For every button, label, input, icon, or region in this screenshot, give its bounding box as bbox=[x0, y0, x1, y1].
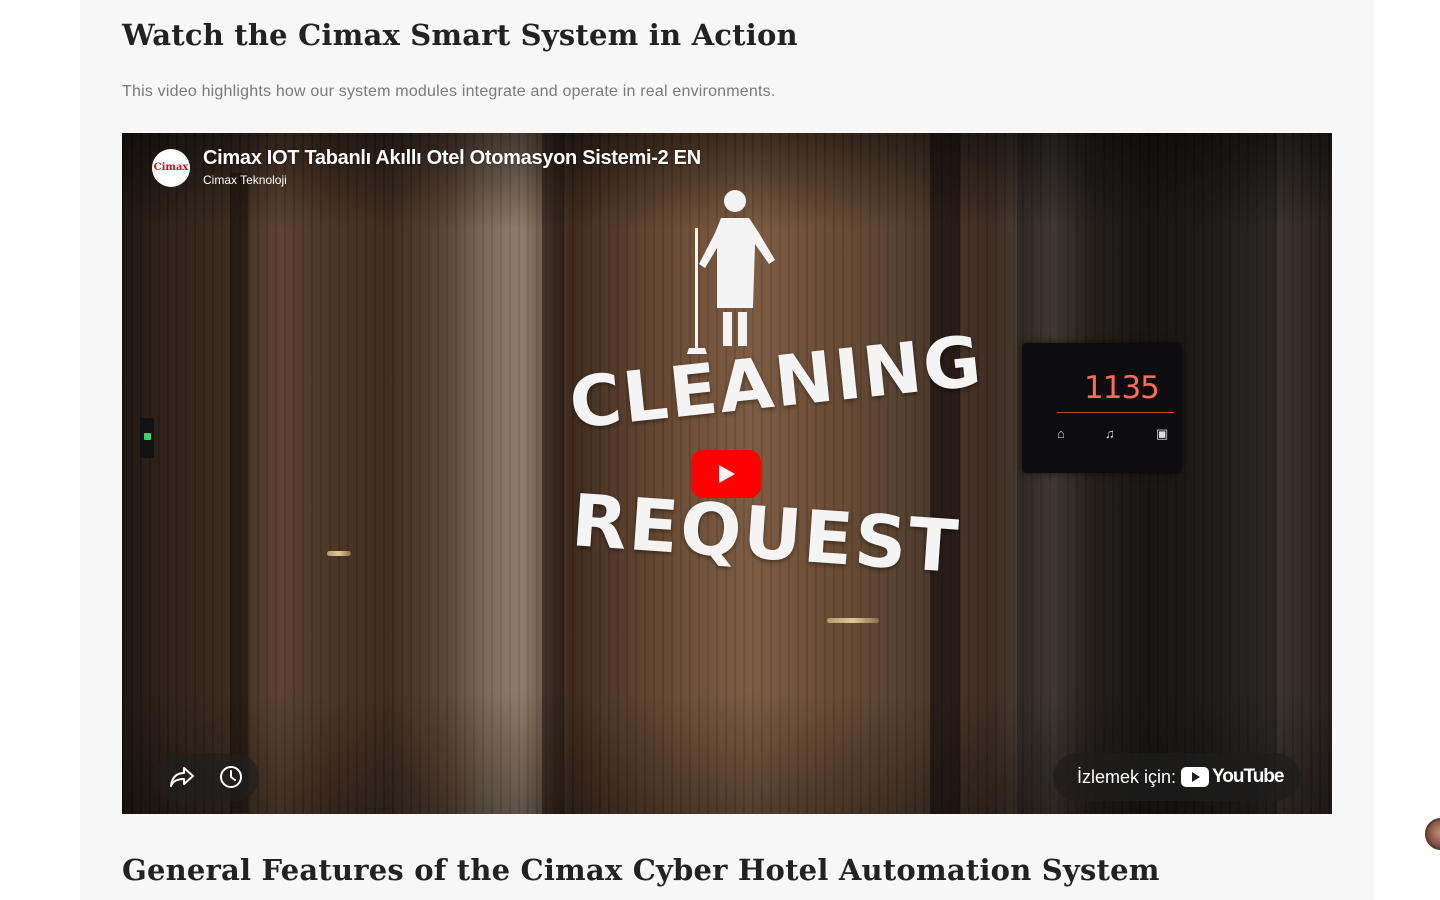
youtube-wordmark: YouTube bbox=[1212, 766, 1284, 787]
section-subtitle: This video highlights how our system mod… bbox=[122, 83, 776, 100]
video-scene-door-frame bbox=[930, 133, 960, 814]
watch-on-youtube-button[interactable]: İzlemek için: YouTube bbox=[1053, 753, 1300, 801]
video-scene-door-frame bbox=[542, 133, 564, 814]
housekeeper-icon bbox=[687, 190, 775, 354]
home-icon: ⌂ bbox=[1057, 426, 1065, 441]
play-icon bbox=[719, 465, 735, 483]
watch-on-label: İzlemek için: bbox=[1077, 766, 1177, 787]
watch-later-button[interactable] bbox=[215, 761, 247, 793]
video-scene-door-frame bbox=[230, 173, 248, 813]
video-scene-door bbox=[1017, 133, 1277, 814]
clock-icon bbox=[220, 766, 242, 788]
youtube-video-embed[interactable]: 1135 ⌂ ♫ ▣ CLEANING REQUEST Cimax Cimax … bbox=[122, 133, 1332, 814]
share-icon bbox=[170, 767, 194, 787]
channel-avatar[interactable]: Cimax bbox=[152, 148, 190, 187]
video-title[interactable]: Cimax IOT Tabanlı Akıllı Otel Otomasyon … bbox=[203, 147, 701, 169]
channel-logo-text: Cimax bbox=[153, 162, 189, 173]
video-scene-room-number: 1135 bbox=[1084, 370, 1160, 406]
video-scene-door-handle bbox=[827, 618, 879, 623]
video-meta: Cimax IOT Tabanlı Akıllı Otel Otomasyon … bbox=[203, 147, 701, 188]
video-controls bbox=[153, 753, 259, 801]
section-title: Watch the Cimax Smart System in Action bbox=[122, 18, 798, 52]
video-channel-name[interactable]: Cimax Teknoloji bbox=[203, 172, 701, 188]
video-scene-door-handle bbox=[327, 551, 351, 556]
bell-icon: ♫ bbox=[1105, 426, 1115, 441]
youtube-logo-icon: YouTube bbox=[1181, 766, 1284, 788]
share-button[interactable] bbox=[166, 761, 198, 793]
play-button[interactable] bbox=[691, 450, 761, 498]
video-header: Cimax Cimax IOT Tabanlı Akıllı Otel Otom… bbox=[152, 147, 701, 188]
chat-widget-avatar[interactable] bbox=[1425, 818, 1440, 850]
video-scene-card-reader-led bbox=[144, 433, 151, 440]
section-title: General Features of the Cimax Cyber Hote… bbox=[122, 853, 1160, 887]
video-scene-room-panel bbox=[1022, 343, 1182, 473]
service-icon: ▣ bbox=[1156, 426, 1169, 441]
video-scene-panel-line bbox=[1057, 412, 1174, 413]
